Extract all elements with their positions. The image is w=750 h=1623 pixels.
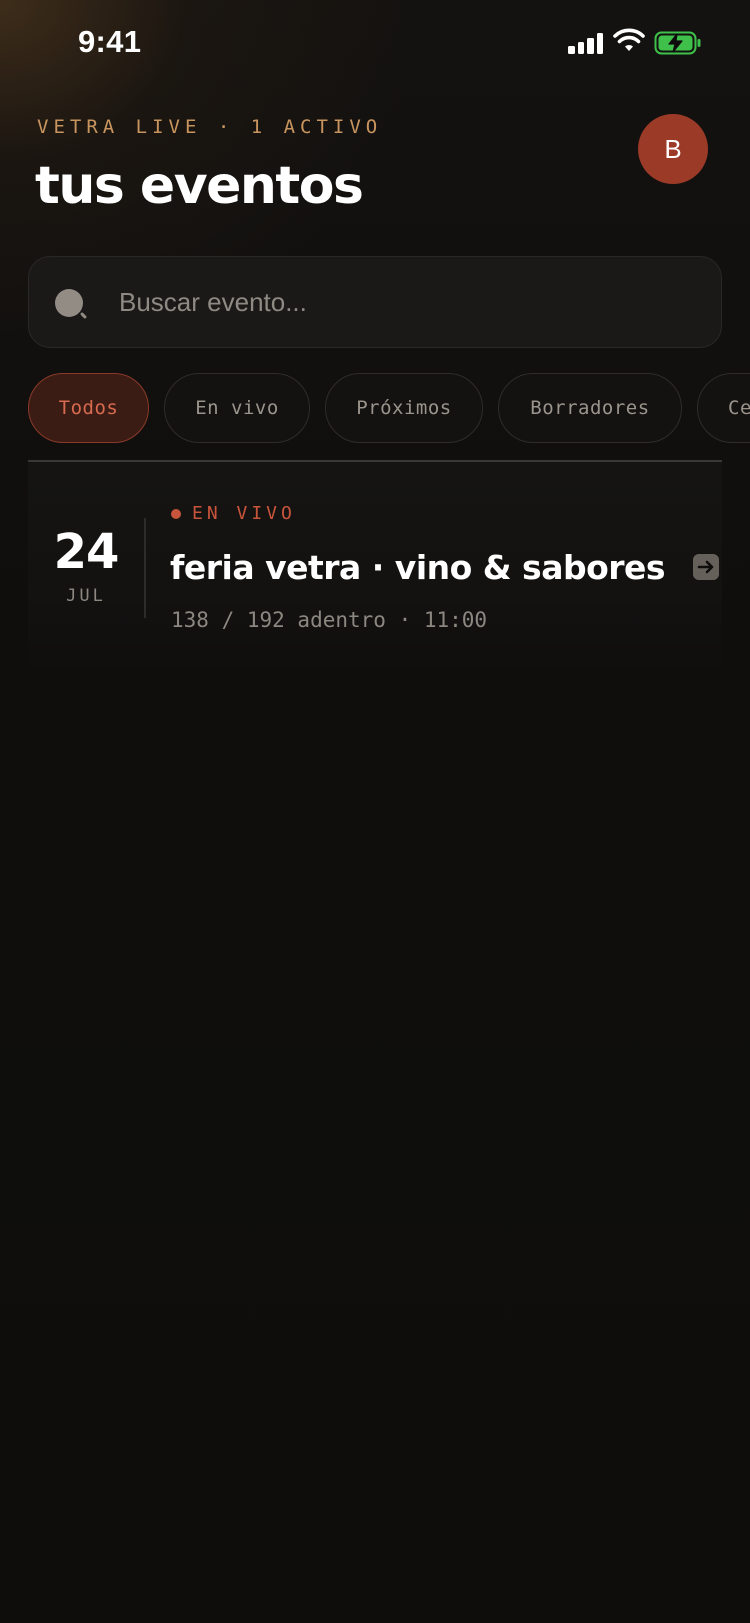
brand-eyebrow: VETRA LIVE · 1 ACTIVO bbox=[37, 116, 383, 138]
event-status-badge: EN VIVO bbox=[192, 503, 296, 524]
status-bar: 9:41 bbox=[0, 0, 750, 86]
date-divider bbox=[144, 518, 146, 618]
status-time: 9:41 bbox=[78, 24, 142, 59]
filter-chip-borradores[interactable]: Borradores bbox=[498, 373, 682, 443]
event-day: 24 bbox=[53, 524, 120, 580]
battery-charging-icon bbox=[654, 31, 701, 55]
page-title: tus eventos bbox=[35, 156, 364, 216]
search-icon bbox=[55, 289, 89, 323]
filter-chip-todos[interactable]: Todos bbox=[28, 373, 149, 443]
arrow-right-icon[interactable] bbox=[693, 554, 719, 580]
filter-chip-en-vivo[interactable]: En vivo bbox=[164, 373, 310, 443]
search-input[interactable]: Buscar evento... bbox=[28, 256, 722, 348]
event-title: feria vetra · vino & sabores bbox=[170, 548, 666, 587]
avatar-initial: B bbox=[664, 133, 682, 164]
filter-chip-cerrados[interactable]: Ce bbox=[697, 373, 750, 443]
event-date: 24 JUL bbox=[28, 462, 144, 674]
avatar[interactable]: B bbox=[638, 114, 708, 184]
event-card[interactable]: 24 JUL EN VIVO feria vetra · vino & sabo… bbox=[28, 462, 722, 674]
wifi-icon bbox=[613, 28, 645, 51]
event-meta: 138 / 192 adentro · 11:00 bbox=[171, 608, 488, 632]
signal-icon bbox=[568, 32, 603, 54]
filter-chip-proximos[interactable]: Próximos bbox=[325, 373, 483, 443]
search-placeholder: Buscar evento... bbox=[119, 287, 307, 317]
filter-chips: Todos En vivo Próximos Borradores Ce bbox=[28, 373, 750, 445]
event-month: JUL bbox=[66, 586, 106, 606]
live-dot-icon bbox=[171, 509, 181, 519]
